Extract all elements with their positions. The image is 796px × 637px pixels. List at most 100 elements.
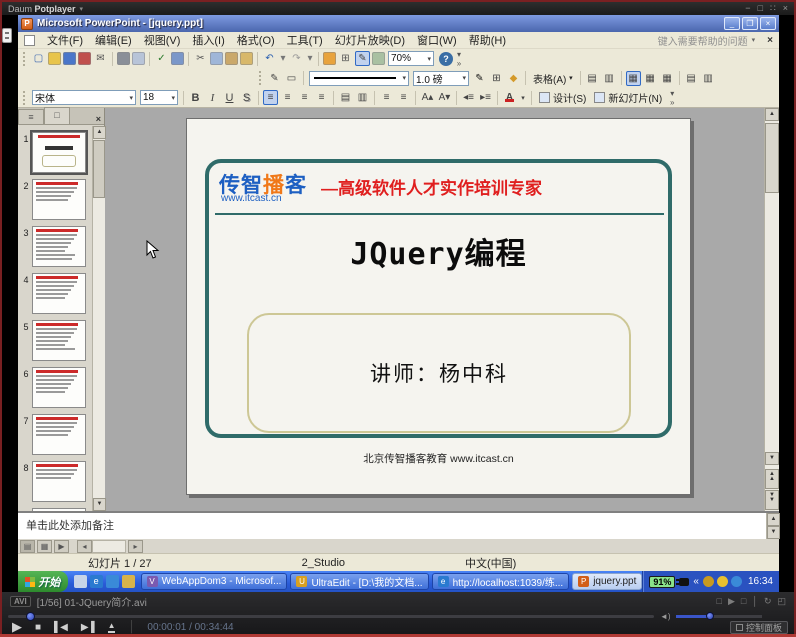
ppt-minimize-icon[interactable]: _ bbox=[724, 17, 740, 30]
help-question-box[interactable]: 键入需要帮助的问题 ▾ bbox=[658, 33, 756, 48]
slide-thumbnail[interactable] bbox=[32, 273, 86, 314]
player-titlebar[interactable]: Daum Potplayer ▾ −□∷× bbox=[2, 2, 794, 15]
permission-icon[interactable] bbox=[78, 52, 91, 65]
italic-button[interactable]: I bbox=[205, 90, 220, 105]
bullet-list-icon[interactable]: ≡ bbox=[396, 90, 411, 105]
canvas-scrollbar[interactable]: ▲ ▼ ▲▲ ▼▼ bbox=[764, 108, 779, 511]
undo-caret-icon[interactable]: ▾ bbox=[279, 51, 287, 66]
close-icon[interactable]: × bbox=[783, 3, 788, 14]
help-icon[interactable]: ? bbox=[439, 52, 453, 66]
increase-indent-icon[interactable]: ▸≡ bbox=[478, 90, 493, 105]
menu-item[interactable]: 幻灯片放映(D) bbox=[329, 31, 411, 49]
borders-icon[interactable]: ⊞ bbox=[489, 71, 504, 86]
undo-icon[interactable]: ↶ bbox=[262, 51, 277, 66]
maximize-icon[interactable]: □ bbox=[758, 3, 763, 14]
draw-table-icon[interactable]: ✎ bbox=[267, 71, 282, 86]
scroll-up-icon[interactable]: ▲ bbox=[765, 108, 779, 121]
hscroll-left-icon[interactable]: ◂ bbox=[77, 540, 92, 553]
ie-icon[interactable]: e bbox=[90, 575, 103, 588]
border-color-icon[interactable]: ✎ bbox=[472, 71, 487, 86]
font-name-select[interactable]: 宋体▾ bbox=[32, 90, 136, 105]
center-vertically-icon[interactable]: ▦ bbox=[643, 71, 658, 86]
distribute-columns-icon[interactable]: ▥ bbox=[701, 71, 716, 86]
slide-thumbnail[interactable] bbox=[32, 367, 86, 408]
messenger-icon[interactable] bbox=[106, 575, 119, 588]
thumbnail-row[interactable]: 2 bbox=[20, 179, 92, 220]
taskbar-task-button[interactable]: VWebAppDom3 - Microsof... bbox=[141, 573, 288, 590]
line-spacing-icon[interactable]: ▤ bbox=[338, 90, 353, 105]
print-preview-icon[interactable] bbox=[132, 52, 145, 65]
align-bottom-icon[interactable]: ▦ bbox=[660, 71, 675, 86]
slide-thumbnail[interactable] bbox=[32, 226, 86, 267]
scrollbar-thumb[interactable] bbox=[765, 123, 779, 193]
control-panel-button[interactable]: 控制面板 bbox=[730, 621, 788, 634]
slide-thumbnail[interactable] bbox=[32, 132, 86, 173]
underline-button[interactable]: U bbox=[222, 90, 237, 105]
menu-item[interactable]: 视图(V) bbox=[138, 31, 187, 49]
slide-thumbnail[interactable] bbox=[32, 461, 86, 502]
prev-button[interactable]: ▌◀ bbox=[54, 622, 67, 633]
scroll-up-icon[interactable]: ▲ bbox=[767, 513, 780, 526]
new-slide-button[interactable]: 新幻灯片(N) bbox=[590, 90, 666, 106]
toolbar-options-icon[interactable]: ▾» bbox=[454, 50, 464, 68]
ppt-close-icon[interactable]: × bbox=[760, 17, 776, 30]
menu-item[interactable]: 插入(I) bbox=[186, 31, 230, 49]
font-color-button[interactable]: A bbox=[502, 90, 517, 105]
chevron-down-icon[interactable]: ▾ bbox=[752, 36, 756, 44]
thumbnail-row[interactable]: 1 bbox=[20, 132, 92, 173]
menu-item[interactable]: 帮助(H) bbox=[463, 31, 512, 49]
normal-view-icon[interactable]: ▤ bbox=[20, 540, 35, 553]
show-desktop-icon[interactable] bbox=[74, 575, 87, 588]
panel-close-icon[interactable]: × bbox=[96, 114, 101, 124]
fill-color-icon[interactable]: ◆ bbox=[506, 71, 521, 86]
volume-knob[interactable] bbox=[706, 612, 714, 620]
decrease-font-icon[interactable]: A▾ bbox=[437, 90, 452, 105]
align-left-icon[interactable]: ≡ bbox=[263, 90, 278, 105]
font-size-select[interactable]: 18▾ bbox=[140, 90, 178, 105]
seek-track[interactable] bbox=[8, 615, 654, 618]
redo-caret-icon[interactable]: ▾ bbox=[306, 51, 314, 66]
thumbnail-row[interactable]: 8 bbox=[20, 461, 92, 502]
redo-icon[interactable]: ↷ bbox=[289, 51, 304, 66]
play-button[interactable]: ▶ bbox=[12, 619, 21, 635]
align-top-icon[interactable]: ▦ bbox=[626, 71, 641, 86]
lecturer-box[interactable]: 讲师：杨中科 bbox=[247, 313, 631, 433]
align-center-icon[interactable]: ≡ bbox=[280, 90, 295, 105]
design-button[interactable]: 设计(S) bbox=[535, 90, 590, 106]
line-style-select[interactable]: ▾ bbox=[309, 71, 409, 86]
merge-cells-icon[interactable]: ▤ bbox=[585, 71, 600, 86]
email-icon[interactable]: ✉ bbox=[93, 51, 108, 66]
decrease-indent-icon[interactable]: ◂≡ bbox=[461, 90, 476, 105]
slide-canvas[interactable]: 传智播客 —高级软件人才实作培训专家 www.itcast.cn JQuery编… bbox=[106, 108, 764, 511]
notes-pane[interactable]: 单击此处添加备注 ▲ ▼ bbox=[18, 511, 779, 539]
paste-icon[interactable] bbox=[225, 52, 238, 65]
tab-outline[interactable]: ≡ bbox=[18, 109, 44, 124]
thumbnail-row[interactable]: 3 bbox=[20, 226, 92, 267]
powerpoint-titlebar[interactable]: P Microsoft PowerPoint - [jquery.ppt] _❐… bbox=[18, 15, 779, 32]
numbered-list-icon[interactable]: ≡ bbox=[379, 90, 394, 105]
spelling-icon[interactable]: ✓ bbox=[154, 51, 169, 66]
thumbnail-row[interactable]: 6 bbox=[20, 367, 92, 408]
slide[interactable]: 传智播客 —高级软件人才实作培训专家 www.itcast.cn JQuery编… bbox=[186, 118, 691, 495]
start-button[interactable]: 开始 bbox=[18, 571, 68, 592]
thumbnail-row[interactable]: 7 bbox=[20, 414, 92, 455]
hscroll-right-icon[interactable]: ▸ bbox=[128, 540, 143, 553]
toolbar-grip[interactable] bbox=[23, 91, 27, 105]
scroll-up-icon[interactable]: ▲ bbox=[93, 126, 106, 139]
panel-scrollbar[interactable]: ▲ ▼ bbox=[92, 126, 105, 511]
volume-slider[interactable] bbox=[676, 614, 762, 619]
menu-item[interactable]: 工具(T) bbox=[281, 31, 329, 49]
ppt-restore-icon[interactable]: ❐ bbox=[742, 17, 758, 30]
open-icon[interactable] bbox=[48, 52, 61, 65]
menu-item[interactable]: 窗口(W) bbox=[411, 31, 463, 49]
slide-thumbnail[interactable] bbox=[32, 414, 86, 455]
menu-item[interactable]: 编辑(E) bbox=[89, 31, 138, 49]
table-menu-button[interactable]: 表格(A) ▾ bbox=[529, 70, 577, 86]
scrollbar-thumb[interactable] bbox=[93, 140, 105, 198]
increase-font-icon[interactable]: A▴ bbox=[420, 90, 435, 105]
column-spacing-icon[interactable]: ▥ bbox=[355, 90, 370, 105]
save-icon[interactable] bbox=[63, 52, 76, 65]
shadow-button[interactable]: S bbox=[239, 90, 254, 105]
notes-scrollbar[interactable]: ▲ ▼ bbox=[766, 513, 779, 539]
tray-collapse-icon[interactable]: « bbox=[693, 576, 699, 587]
